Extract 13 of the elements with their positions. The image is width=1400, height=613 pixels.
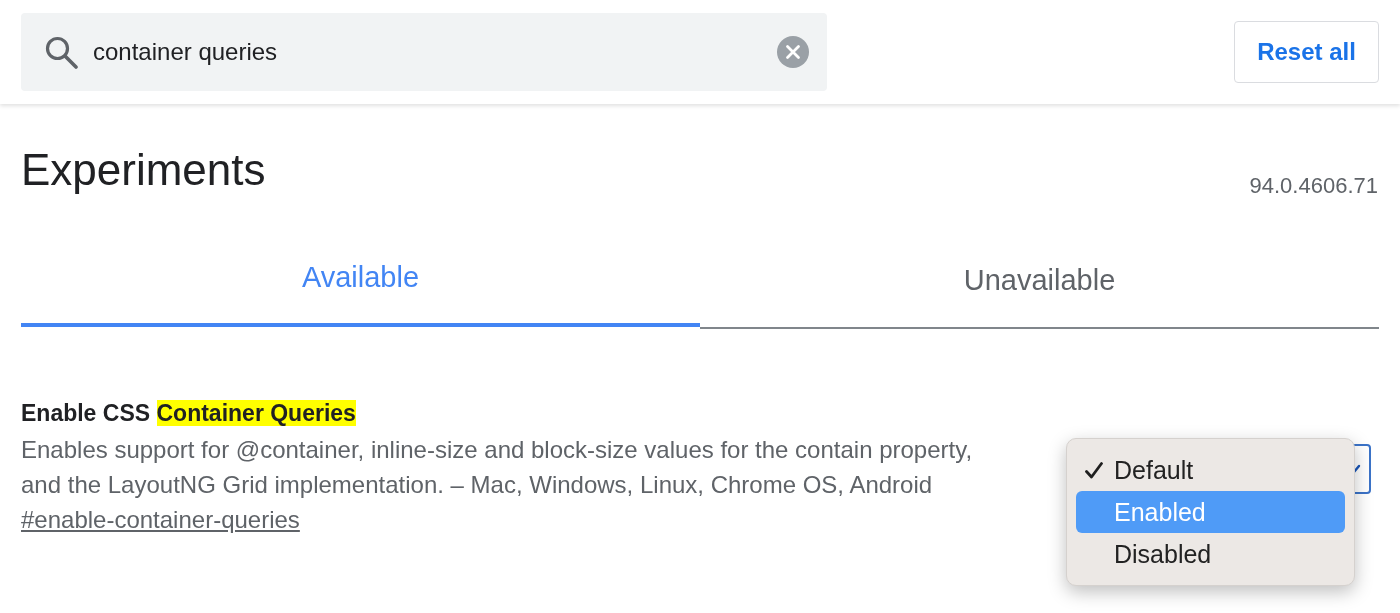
clear-icon[interactable] (777, 36, 809, 68)
dropdown-option[interactable]: Disabled (1076, 533, 1345, 575)
page-title: Experiments (21, 144, 266, 196)
search-field[interactable]: container queries (21, 13, 827, 91)
tab[interactable]: Unavailable (700, 239, 1379, 329)
experiment-description: Enables support for @container, inline-size and block-size values for the contain property, and the LayoutNG Grid implementation. – Mac, Windows, Linux, Chrome OS, Android (21, 435, 974, 500)
experiment-title: Enable CSS Container Queries (21, 399, 357, 427)
version-text: 94.0.4606.71 (1249, 172, 1378, 200)
search-icon (44, 35, 78, 69)
experiment-link[interactable]: #enable-container-queries (21, 505, 300, 535)
dropdown-option[interactable]: Default (1076, 449, 1345, 491)
tab[interactable]: Available (21, 237, 700, 327)
reset-all-button[interactable]: Reset all (1234, 21, 1379, 83)
